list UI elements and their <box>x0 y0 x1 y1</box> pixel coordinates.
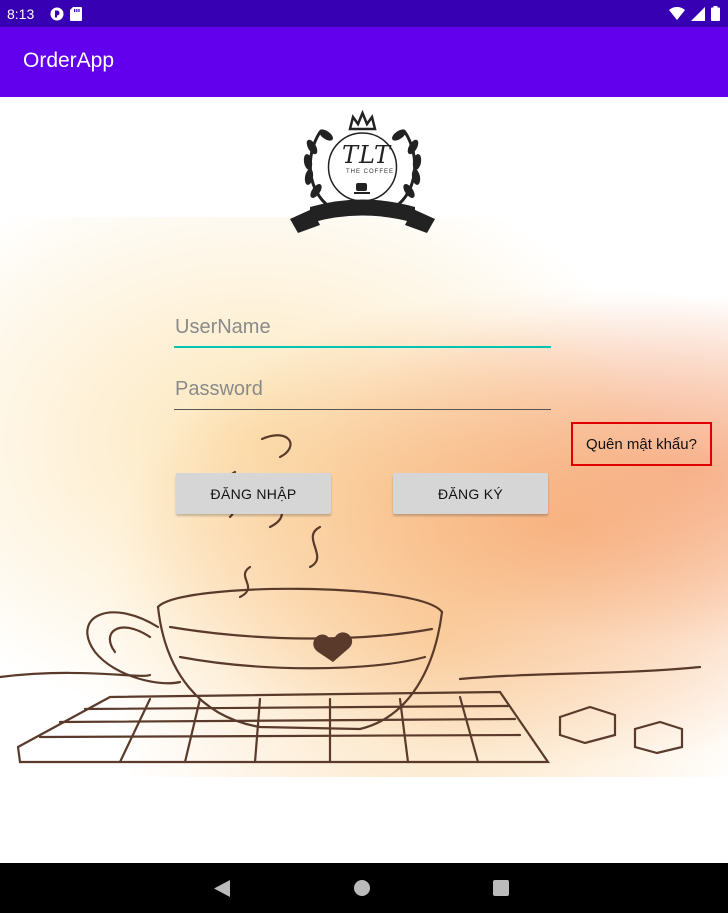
password-field[interactable] <box>174 370 551 410</box>
status-icons-left <box>50 7 82 21</box>
status-bar: 8:13 <box>0 0 728 27</box>
coffee-cup-illustration-icon <box>0 434 702 764</box>
media-icon <box>50 7 64 21</box>
app-title: OrderApp <box>23 49 115 72</box>
battery-icon <box>711 6 720 21</box>
signal-icon <box>691 6 705 21</box>
logo-subtext: THE COFFEE <box>346 169 395 175</box>
recents-icon[interactable] <box>493 880 509 896</box>
register-button[interactable]: ĐĂNG KÝ <box>393 473 548 514</box>
status-icons-right <box>669 6 720 21</box>
logo-text: TLT <box>342 141 391 169</box>
wifi-icon <box>669 7 685 20</box>
login-button[interactable]: ĐĂNG NHẬP <box>176 473 331 514</box>
system-nav-bar <box>0 863 728 913</box>
forgot-password-link[interactable]: Quên mật khẩu? <box>571 422 712 466</box>
password-input[interactable] <box>174 370 551 409</box>
home-icon[interactable] <box>354 880 370 896</box>
sd-card-icon <box>70 7 82 21</box>
username-input[interactable] <box>174 308 551 346</box>
app-bar: OrderApp <box>0 27 728 97</box>
back-icon[interactable] <box>214 880 230 897</box>
status-time: 8:13 <box>7 6 35 22</box>
forgot-password-label: Quên mật khẩu? <box>586 435 697 453</box>
username-field[interactable] <box>174 308 551 348</box>
login-screen: TLT THE COFFEE UserName Quên mật khẩu? Đ… <box>0 97 728 863</box>
